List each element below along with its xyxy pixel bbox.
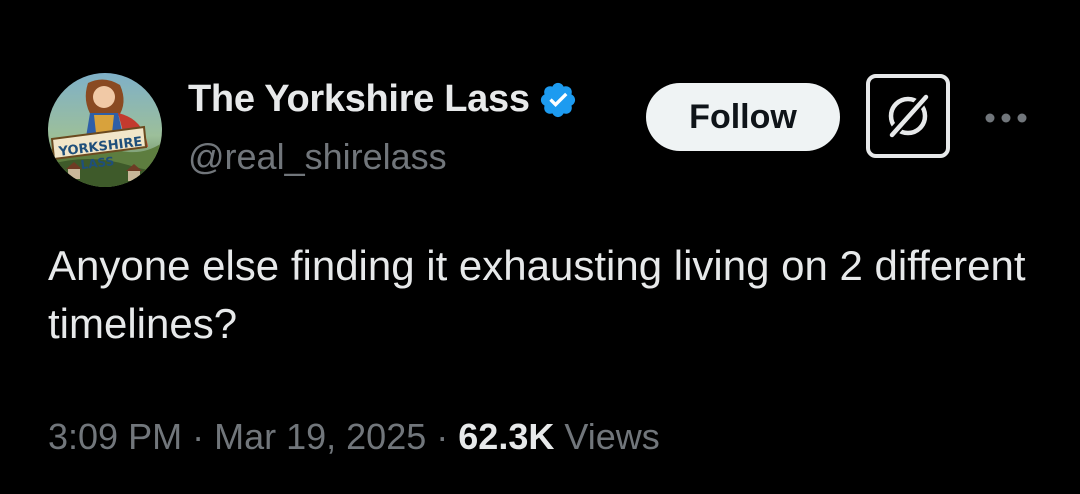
tweet-text: Anyone else finding it exhausting living… [48,242,1026,347]
meta-separator: · [192,416,205,457]
views-label: Views [564,416,660,457]
author-name-row: The Yorkshire Lass [188,78,578,121]
views-count: 62.3K [458,416,555,457]
tweet-metadata: 3:09 PM · Mar 19, 2025 · 62.3K Views [48,416,660,458]
tweet-time[interactable]: 3:09 PM [48,416,182,457]
avatar[interactable]: YORKSHIRE LASS [48,73,162,187]
meta-separator: · [436,416,449,457]
follow-button[interactable]: Follow [646,83,840,151]
tweet-date[interactable]: Mar 19, 2025 [214,416,426,457]
grok-button[interactable] [866,74,950,158]
more-icon [985,113,1027,123]
display-name[interactable]: The Yorkshire Lass [188,78,530,121]
more-options-button[interactable] [982,100,1030,136]
author-handle[interactable]: @real_shirelass [188,136,447,178]
verified-badge-icon[interactable] [538,80,578,120]
grok-icon [886,92,930,140]
